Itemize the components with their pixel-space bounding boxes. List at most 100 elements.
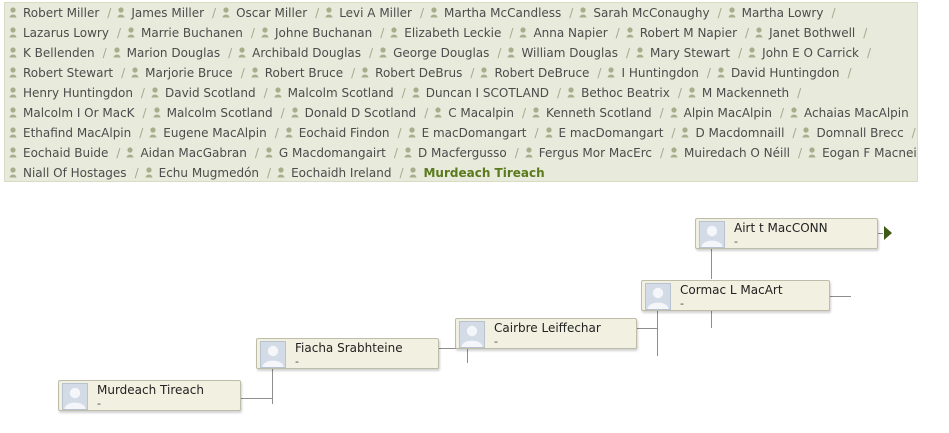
breadcrumb-separator: / [401,86,406,100]
ancestor-link[interactable]: Robert Miller [9,3,99,23]
ancestor-link[interactable]: Eugene MacAlpin [149,123,267,143]
ancestor-link[interactable]: Oscar Miller [222,3,307,23]
ancestor-link[interactable]: William Douglas [507,43,618,63]
ancestor-link[interactable]: E macDomangart [408,123,526,143]
ancestor-link[interactable]: D Macfergusso [404,143,507,163]
person-pin-icon [755,27,763,38]
person-card-airt[interactable]: Airt t MacCONN - [695,218,878,249]
ancestor-link[interactable]: K Bellenden [9,43,95,63]
person-card-murdeach[interactable]: Murdeach Tireach - [58,380,241,411]
breadcrumb-separator: / [797,86,802,100]
ancestor-link[interactable]: Marrie Buchanen [127,23,243,43]
person-pin-icon [790,107,798,118]
ancestor-link[interactable]: I Huntingdon [607,63,699,83]
breadcrumb-row: Niall Of Hostages / Echu Mugmedón / Eochaidh… [5,163,917,181]
ancestor-link[interactable]: Robert Stewart [9,63,113,83]
ancestor-link[interactable]: Johne Buchanan [261,23,372,43]
ancestor-link[interactable]: Henry Huntingdon [9,83,133,103]
ancestor-link[interactable]: Bethoc Beatrix [567,83,670,103]
breadcrumb-separator: / [597,66,602,80]
ancestor-name: Eochaidh Ireland [291,166,392,180]
breadcrumb-row: Malcolm I Or MacK / Malcolm Scotland / Donal… [5,103,917,123]
person-card-fiacha[interactable]: Fiacha Srabhteine - [256,338,439,369]
ancestor-link[interactable]: M Mackenneth [688,83,789,103]
person-pin-icon [9,127,17,138]
ancestor-link[interactable]: Robert M Napier [626,23,737,43]
ancestor-name: Eogan F Macnei [822,146,917,160]
breadcrumb-separator: / [134,166,139,180]
ancestor-link[interactable]: Niall Of Hostages [9,163,127,181]
ancestor-link[interactable]: Lazarus Lowry [9,23,109,43]
ancestor-name: Henry Huntingdon [23,86,133,100]
ancestor-link[interactable]: James Miller [117,3,204,23]
ancestor-name: Kenneth Scotland [546,106,652,120]
ancestor-link[interactable]: Muiredach O Néill [670,143,790,163]
ancestor-link[interactable]: D Macdomnaill [681,123,784,143]
ancestor-link[interactable]: Ethafind MacAlpin [9,123,131,143]
ancestor-link[interactable]: Eogan F Macnei [808,143,917,163]
ancestor-link[interactable]: John E O Carrick [748,43,859,63]
ancestor-link[interactable]: David Huntingdon [717,63,839,83]
ancestor-link[interactable]: Alpin MacAlpin [670,103,772,123]
person-pin-icon [265,147,273,158]
person-pin-icon [408,127,416,138]
ancestor-link[interactable]: Achaias MacAlpin [790,103,909,123]
ancestor-name: Martha Lowry [741,6,824,20]
current-person-link[interactable]: Murdeach Tireach [409,163,545,181]
person-pin-icon [636,47,644,58]
person-pin-icon [9,47,17,58]
ancestor-name: Bethoc Beatrix [581,86,670,100]
ancestor-link[interactable]: E macDomangart [545,123,663,143]
breadcrumb-separator: / [497,46,502,60]
breadcrumb-separator: / [107,6,112,20]
ancestor-link[interactable]: Eochaidh Ireland [277,163,392,181]
ancestor-link[interactable]: Echu Mugmedón [145,163,259,181]
ancestor-link[interactable]: Elizabeth Leckie [390,23,501,43]
ancestor-link[interactable]: Fergus Mor MacErc [525,143,652,163]
ancestor-link[interactable]: Sarah McConaughy [579,3,710,23]
person-pin-icon [9,7,17,18]
ancestor-link[interactable]: Kenneth Scotland [532,103,652,123]
ancestor-name: Duncan I SCOTLAND [425,86,550,100]
ancestor-link[interactable]: Duncan I SCOTLAND [412,83,549,103]
ancestor-link[interactable]: Marjorie Bruce [131,63,233,83]
ancestor-link[interactable]: Eochaid Findon [285,123,390,143]
person-pin-icon [409,167,417,178]
ancestor-name: D Macdomnaill [695,126,785,140]
breadcrumb-separator: / [121,66,126,80]
ancestor-link[interactable]: Robert DeBrus [361,63,462,83]
expand-ancestors-arrow-icon[interactable] [884,226,892,240]
ancestor-link[interactable]: Martha Lowry [728,3,824,23]
ancestor-name: Sarah McConaughy [593,6,710,20]
ancestor-link[interactable]: Malcolm Scotland [274,83,394,103]
ancestor-link[interactable]: Mary Stewart [636,43,730,63]
ancestor-link[interactable]: Anna Napier [519,23,608,43]
ancestor-link[interactable]: David Scotland [151,83,256,103]
ancestor-link[interactable]: Robert Bruce [251,63,343,83]
ancestor-link[interactable]: Donald D Scotland [291,103,416,123]
ancestor-name: Robert DeBruce [494,66,590,80]
ancestor-link[interactable]: Archibald Douglas [238,43,361,63]
person-pin-icon [525,147,533,158]
breadcrumb-separator: / [557,86,562,100]
breadcrumb-separator: / [280,106,285,120]
ancestor-link[interactable]: Janet Bothwell [755,23,855,43]
ancestor-link[interactable]: Levi A Miller [325,3,412,23]
ancestor-link[interactable]: Aidan MacGabran [126,143,247,163]
person-card-cormac[interactable]: Cormac L MacArt - [641,280,830,311]
ancestor-link[interactable]: Malcolm I Or MacK [9,103,135,123]
ancestor-link[interactable]: Marion Douglas [113,43,220,63]
person-card-cairbre[interactable]: Cairbre Leiffechar - [455,318,637,349]
ancestor-link[interactable]: Martha McCandless [430,3,561,23]
ancestor-link[interactable]: C Macalpin [434,103,514,123]
person-pin-icon [567,87,575,98]
ancestor-link[interactable]: Robert DeBruce [480,63,589,83]
person-pin-icon [126,147,134,158]
ancestor-link[interactable]: Domnall Brecc [802,123,904,143]
breadcrumb-separator: / [393,146,398,160]
ancestor-link[interactable]: G Macdomangairt [265,143,386,163]
ancestor-link[interactable]: Eochaid Buide [9,143,108,163]
ancestor-link[interactable]: Malcolm Scotland [153,103,273,123]
ancestor-link[interactable]: George Douglas [379,43,489,63]
ancestor-name: Marion Douglas [126,46,221,60]
